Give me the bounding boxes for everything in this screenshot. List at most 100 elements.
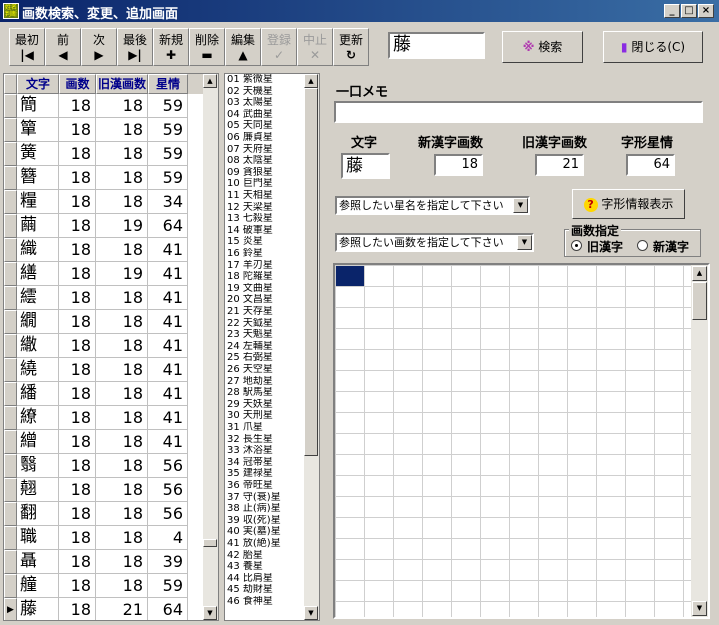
- grid-header-old-strokes[interactable]: 旧漢画数: [96, 74, 148, 94]
- list-item[interactable]: 43 養星: [227, 561, 303, 572]
- cell-char[interactable]: 簧: [17, 142, 59, 166]
- new-record-button[interactable]: 新規 ✚: [153, 28, 189, 66]
- cell-star[interactable]: 41: [148, 406, 188, 430]
- cell-char[interactable]: 藤: [17, 598, 59, 620]
- close-window-button[interactable]: ×: [698, 4, 714, 18]
- grid-header-strokes[interactable]: 画数: [59, 74, 96, 94]
- scroll-up-icon[interactable]: ▲: [692, 266, 707, 281]
- list-item[interactable]: 15 炎星: [227, 236, 303, 247]
- cell-star[interactable]: 4: [148, 526, 188, 550]
- table-row[interactable]: 繞 18 18 41: [4, 358, 204, 382]
- cell-star[interactable]: 41: [148, 334, 188, 358]
- table-row[interactable]: 聶 18 18 39: [4, 550, 204, 574]
- list-item[interactable]: 02 天機星: [227, 86, 303, 97]
- chevron-down-icon[interactable]: ▼: [513, 198, 528, 213]
- row-selector[interactable]: [4, 382, 17, 406]
- list-item[interactable]: 06 廉貞星: [227, 132, 303, 143]
- delete-record-button[interactable]: 削除 ▬: [189, 28, 225, 66]
- cell-old-strokes[interactable]: 21: [96, 598, 148, 620]
- row-selector[interactable]: [4, 430, 17, 454]
- list-item[interactable]: 46 食神星: [227, 596, 303, 607]
- list-item[interactable]: 25 右弼星: [227, 352, 303, 363]
- list-item[interactable]: 03 太陽星: [227, 97, 303, 108]
- cell-strokes[interactable]: 18: [59, 94, 96, 118]
- list-item[interactable]: 22 天鉞星: [227, 318, 303, 329]
- list-item[interactable]: 34 冠帯星: [227, 457, 303, 468]
- cell-strokes[interactable]: 18: [59, 310, 96, 334]
- list-item[interactable]: 08 太陰星: [227, 155, 303, 166]
- cell-char[interactable]: 繭: [17, 214, 59, 238]
- cell-star[interactable]: 34: [148, 190, 188, 214]
- cell-char[interactable]: 繖: [17, 334, 59, 358]
- list-item[interactable]: 36 帝旺星: [227, 480, 303, 491]
- table-row[interactable]: 簧 18 18 59: [4, 142, 204, 166]
- old-strokes-field[interactable]: 21: [535, 154, 584, 176]
- first-record-button[interactable]: 最初 |◀: [9, 28, 45, 66]
- table-row[interactable]: 翹 18 18 56: [4, 478, 204, 502]
- cell-star[interactable]: 41: [148, 286, 188, 310]
- cell-char[interactable]: 織: [17, 238, 59, 262]
- cell-star[interactable]: 39: [148, 550, 188, 574]
- cell-star[interactable]: 56: [148, 454, 188, 478]
- row-selector[interactable]: [4, 358, 17, 382]
- list-item[interactable]: 09 貪狼星: [227, 167, 303, 178]
- edit-record-button[interactable]: 編集 ▲: [225, 28, 261, 66]
- star-list-scrollbar[interactable]: ▲ ▼: [304, 74, 319, 620]
- row-selector[interactable]: [4, 94, 17, 118]
- list-item[interactable]: 41 放(絶)星: [227, 538, 303, 549]
- cell-old-strokes[interactable]: 18: [96, 334, 148, 358]
- selected-cell[interactable]: [336, 266, 364, 286]
- cell-strokes[interactable]: 18: [59, 166, 96, 190]
- star-info-field[interactable]: 64: [626, 154, 675, 176]
- list-item[interactable]: 31 爪星: [227, 422, 303, 433]
- table-row[interactable]: 繙 18 18 41: [4, 382, 204, 406]
- list-item[interactable]: 11 天相星: [227, 190, 303, 201]
- row-selector[interactable]: [4, 262, 17, 286]
- cell-old-strokes[interactable]: 18: [96, 574, 148, 598]
- cell-strokes[interactable]: 18: [59, 238, 96, 262]
- table-row[interactable]: 繧 18 18 41: [4, 286, 204, 310]
- cell-old-strokes[interactable]: 18: [96, 406, 148, 430]
- cell-char[interactable]: 繝: [17, 310, 59, 334]
- cell-char[interactable]: 簪: [17, 166, 59, 190]
- grid-header-star[interactable]: 星情: [148, 74, 188, 94]
- cell-char[interactable]: 翳: [17, 454, 59, 478]
- cell-char[interactable]: 繞: [17, 358, 59, 382]
- list-item[interactable]: 35 建禄星: [227, 468, 303, 479]
- list-item[interactable]: 23 天魁星: [227, 329, 303, 340]
- cell-char[interactable]: 糧: [17, 190, 59, 214]
- row-selector[interactable]: [4, 214, 17, 238]
- list-item[interactable]: 38 止(病)星: [227, 503, 303, 514]
- table-row[interactable]: 繕 18 19 41: [4, 262, 204, 286]
- cell-strokes[interactable]: 18: [59, 526, 96, 550]
- cell-star[interactable]: 59: [148, 94, 188, 118]
- cancel-edit-button[interactable]: 中止 ✕: [297, 28, 333, 66]
- cell-char[interactable]: 翻: [17, 502, 59, 526]
- radio-new-kanji[interactable]: [637, 240, 648, 251]
- cell-strokes[interactable]: 18: [59, 142, 96, 166]
- cell-star[interactable]: 41: [148, 358, 188, 382]
- cell-char[interactable]: 繕: [17, 262, 59, 286]
- row-selector[interactable]: [4, 166, 17, 190]
- list-item[interactable]: 19 文曲星: [227, 283, 303, 294]
- list-item[interactable]: 26 天空星: [227, 364, 303, 375]
- star-select[interactable]: 参照したい星名を指定して下さい ▼: [335, 196, 530, 215]
- cell-char[interactable]: 翹: [17, 478, 59, 502]
- cell-strokes[interactable]: 18: [59, 502, 96, 526]
- cell-char[interactable]: 繚: [17, 406, 59, 430]
- row-selector[interactable]: [4, 574, 17, 598]
- list-item[interactable]: 05 天同星: [227, 120, 303, 131]
- table-row[interactable]: 艟 18 18 59: [4, 574, 204, 598]
- cell-star[interactable]: 41: [148, 310, 188, 334]
- table-row[interactable]: 繭 18 19 64: [4, 214, 204, 238]
- cell-old-strokes[interactable]: 18: [96, 190, 148, 214]
- cell-old-strokes[interactable]: 18: [96, 286, 148, 310]
- grid-header-char[interactable]: 文字: [17, 74, 59, 94]
- scroll-down-icon[interactable]: ▼: [203, 606, 217, 620]
- list-item[interactable]: 29 天妖星: [227, 399, 303, 410]
- table-row[interactable]: 翳 18 18 56: [4, 454, 204, 478]
- list-item[interactable]: 14 破軍星: [227, 225, 303, 236]
- cell-star[interactable]: 56: [148, 478, 188, 502]
- table-row[interactable]: 簞 18 18 59: [4, 118, 204, 142]
- list-item[interactable]: 32 長生星: [227, 434, 303, 445]
